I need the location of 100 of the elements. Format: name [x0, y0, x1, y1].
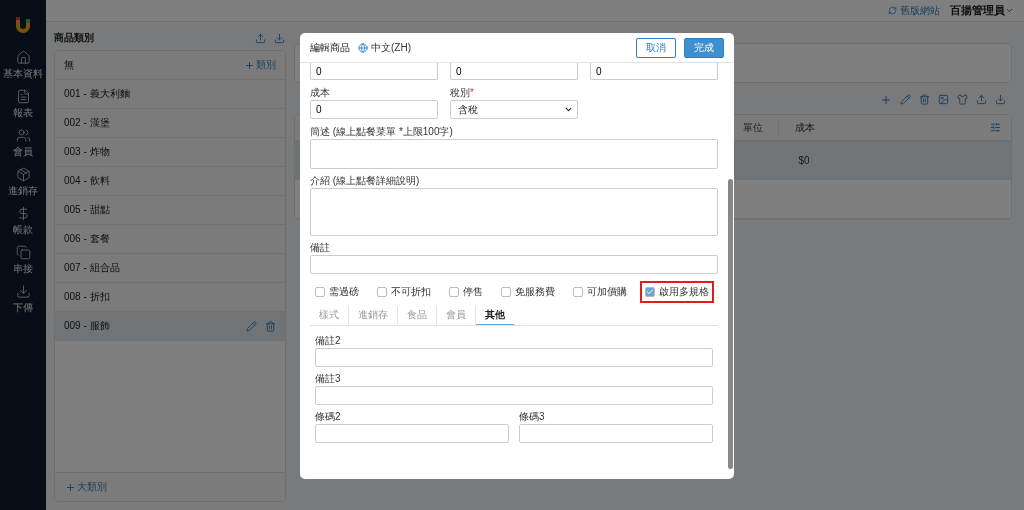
- table-cell-text: $0: [797, 154, 811, 166]
- user-menu[interactable]: 百揚管理員: [950, 3, 1014, 18]
- plus-icon: [244, 59, 255, 71]
- tab[interactable]: 會員: [437, 306, 476, 325]
- category-item[interactable]: 無: [64, 58, 74, 72]
- summary-field[interactable]: [310, 139, 718, 169]
- add-category-button[interactable]: 類別: [244, 58, 276, 72]
- nav-item[interactable]: 下傳: [1, 282, 45, 317]
- category-row[interactable]: 001 - 義大利麵: [55, 80, 285, 109]
- cancel-button[interactable]: 取消: [636, 37, 676, 58]
- tax-select[interactable]: 含稅: [450, 100, 578, 119]
- category-row[interactable]: 004 - 飲料: [55, 167, 285, 196]
- caret-icon: [1005, 6, 1014, 15]
- delete-icon[interactable]: [265, 320, 276, 332]
- upload-icon[interactable]: [254, 31, 267, 45]
- category-item: 003 - 炸物: [64, 145, 110, 159]
- edit-icon[interactable]: [246, 320, 257, 332]
- field-label: 稅別*: [450, 87, 475, 98]
- people-icon: [15, 128, 31, 143]
- field-label: 備註: [310, 242, 331, 253]
- plus-icon: [65, 481, 76, 493]
- checkbox[interactable]: [645, 287, 655, 297]
- category-item: 007 - 組合品: [64, 261, 120, 275]
- checkbox-option[interactable]: 可加價購: [568, 281, 632, 303]
- dialog-title: 編輯商品: [310, 40, 350, 55]
- checkbox[interactable]: [315, 287, 325, 297]
- category-item: 005 - 甜點: [64, 203, 110, 217]
- document-icon: [15, 89, 31, 104]
- logo-icon: [14, 14, 32, 36]
- language-selector[interactable]: 中文(ZH): [358, 40, 411, 55]
- checkbox[interactable]: [573, 287, 583, 297]
- edit-icon[interactable]: [900, 94, 911, 105]
- delete-icon[interactable]: [919, 94, 930, 105]
- text-field[interactable]: [315, 424, 509, 443]
- intro-field[interactable]: [310, 188, 718, 236]
- shirt-icon[interactable]: [957, 94, 968, 105]
- cost-field[interactable]: 0: [310, 100, 438, 119]
- panel-title: 商品類別: [54, 31, 94, 45]
- category-item: 008 - 折扣: [64, 290, 110, 304]
- text-field[interactable]: [315, 386, 713, 405]
- nav-item[interactable]: 進銷存: [1, 165, 45, 200]
- checkbox[interactable]: [501, 287, 511, 297]
- number-field[interactable]: 0: [590, 63, 718, 80]
- nav-item[interactable]: 會員: [1, 126, 45, 161]
- field-label: 備註3: [315, 373, 342, 384]
- nav-item[interactable]: 基本資料: [1, 48, 45, 83]
- globe-icon: [358, 42, 368, 53]
- tab[interactable]: 進銷存: [349, 306, 398, 325]
- category-row[interactable]: 002 - 漢堡: [55, 109, 285, 138]
- checkbox-option[interactable]: 啟用多規格: [640, 281, 714, 303]
- field-label: 成本: [310, 87, 331, 98]
- add-icon[interactable]: [880, 94, 892, 106]
- box-icon: [15, 167, 31, 182]
- category-item: 004 - 飲料: [64, 174, 110, 188]
- category-item: 009 - 服飾: [64, 319, 110, 333]
- nav-item[interactable]: 串接: [1, 243, 45, 278]
- nav-item[interactable]: 帳款: [1, 204, 45, 239]
- home-icon: [15, 50, 31, 65]
- download-icon: [15, 284, 31, 299]
- checkbox-option[interactable]: 需過磅: [310, 281, 364, 303]
- old-site-link[interactable]: 舊版網站: [888, 3, 940, 18]
- tab[interactable]: 其他: [476, 306, 515, 325]
- field-label: 條碼2: [315, 411, 342, 422]
- checkbox[interactable]: [377, 287, 387, 297]
- checkbox[interactable]: [449, 287, 459, 297]
- checkbox-option[interactable]: 免服務費: [496, 281, 560, 303]
- category-row[interactable]: 005 - 甜點: [55, 196, 285, 225]
- note-field[interactable]: [310, 255, 718, 274]
- checkbox-option[interactable]: 不可折扣: [372, 281, 436, 303]
- field-label: 條碼3: [519, 411, 546, 422]
- settings-icon[interactable]: [990, 122, 1001, 133]
- number-field[interactable]: 0: [310, 63, 438, 80]
- category-row[interactable]: 009 - 服飾: [55, 312, 285, 341]
- category-row[interactable]: 006 - 套餐: [55, 225, 285, 254]
- download-icon[interactable]: [995, 94, 1006, 105]
- number-field[interactable]: 0: [450, 63, 578, 80]
- text-field[interactable]: [315, 348, 713, 367]
- caret-icon: [564, 105, 573, 114]
- category-item: 001 - 義大利麵: [64, 87, 130, 101]
- category-row[interactable]: 007 - 組合品: [55, 254, 285, 283]
- category-item: 002 - 漢堡: [64, 116, 110, 130]
- field-label: 介紹 (線上點餐詳細說明): [310, 175, 421, 186]
- upload-icon[interactable]: [976, 94, 987, 105]
- field-label: 備註2: [315, 335, 342, 346]
- add-main-category-button[interactable]: 大類別: [65, 480, 107, 494]
- tab[interactable]: 樣式: [310, 306, 349, 325]
- nav-item[interactable]: 報表: [1, 87, 45, 122]
- copy-icon: [15, 245, 31, 260]
- column-header: 成本: [778, 120, 830, 135]
- category-row[interactable]: 003 - 炸物: [55, 138, 285, 167]
- checkbox-option[interactable]: 停售: [444, 281, 488, 303]
- download-icon[interactable]: [273, 31, 286, 45]
- refresh-icon: [888, 6, 897, 15]
- done-button[interactable]: 完成: [684, 37, 724, 58]
- field-label: 簡述 (線上點餐菜單 *上限100字): [310, 126, 454, 137]
- text-field[interactable]: [519, 424, 713, 443]
- category-row[interactable]: 008 - 折扣: [55, 283, 285, 312]
- image-icon[interactable]: [938, 94, 949, 105]
- tab[interactable]: 食品: [398, 306, 437, 325]
- category-item: 006 - 套餐: [64, 232, 110, 246]
